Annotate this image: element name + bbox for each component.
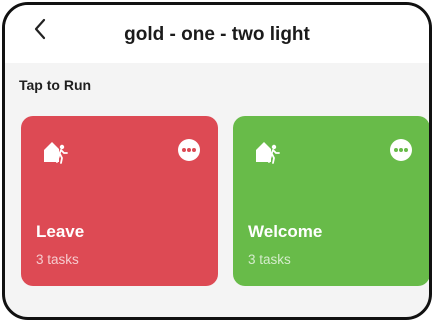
scene-task-count: 3 tasks — [36, 252, 79, 267]
home-walk-icon — [256, 142, 280, 164]
scene-task-count: 3 tasks — [248, 252, 291, 267]
page-title: gold - one - two light — [124, 24, 310, 45]
more-options-button[interactable] — [178, 139, 200, 161]
section-label: Tap to Run — [19, 77, 92, 93]
scene-card-leave[interactable]: Leave 3 tasks — [21, 116, 218, 286]
home-walk-icon — [44, 142, 68, 164]
scene-name: Leave — [36, 222, 85, 241]
phone-frame: gold - one - two light Tap to Run Leave … — [2, 2, 432, 320]
top-bar: gold - one - two light — [5, 5, 429, 63]
scene-name: Welcome — [248, 222, 323, 241]
more-options-button[interactable] — [390, 139, 412, 161]
scene-card-welcome[interactable]: Welcome 3 tasks — [233, 116, 429, 286]
